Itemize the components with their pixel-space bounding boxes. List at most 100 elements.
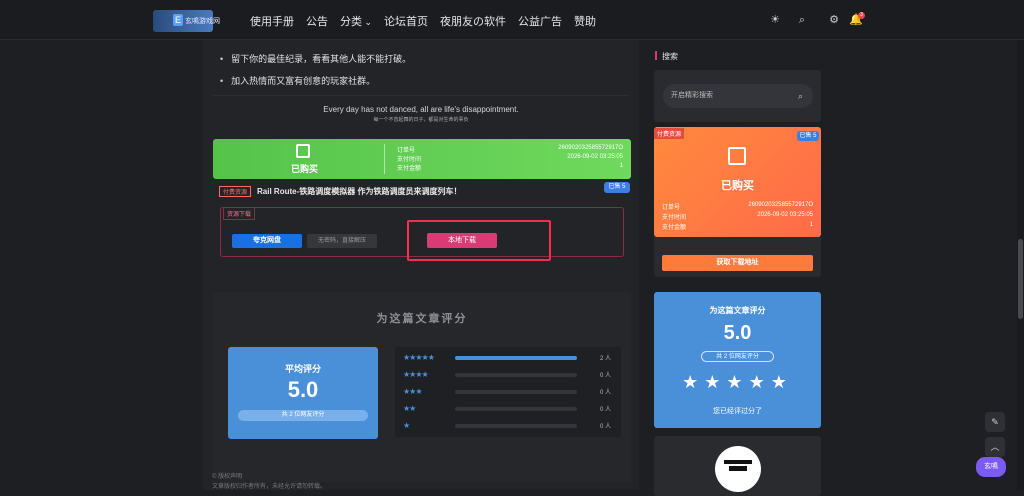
order-card: 付费资源 已售 5 已购买 订单号 260902032585572917O 支付… [654, 127, 821, 277]
divider [384, 144, 385, 174]
rating-stars[interactable]: ★★★★★ [654, 372, 821, 393]
star-icons: ★★★★ [403, 370, 429, 379]
sold-badge: 已售 5 [604, 182, 630, 193]
nav-item-category[interactable]: 分类 [340, 13, 372, 29]
star-icons: ★★★★★ [403, 353, 435, 362]
average-label: 平均评分 [284, 364, 321, 374]
nav-item-software[interactable]: 夜朋友の软件 [440, 13, 506, 29]
logo-badge: E [173, 14, 183, 26]
rating-value: 5.0 [723, 322, 752, 344]
resource-title: 付费资源 Rail Route-铁路调度模拟器 作为铁路调度员来调度列车！ [219, 186, 461, 197]
pay-amount-label: 支付金额 [397, 166, 422, 172]
rating-bar-fill [455, 356, 577, 360]
nav-item-notice[interactable]: 公告 [306, 13, 328, 29]
main-nav: 使用手册 公告 分类 论坛首页 夜朋友の软件 公益广告 赞助 [250, 13, 608, 29]
pay-time-label: 支付时间 [397, 157, 422, 163]
paid-tag: 付费资源 [654, 128, 685, 139]
rating-row-count: 2 人 [599, 356, 611, 362]
lightbulb-icon[interactable]: ☀ [769, 14, 781, 26]
copyright-text: 文章版权归作者所有，未经允许请勿转载。 [212, 484, 327, 490]
chat-button[interactable]: 玄鳴 [976, 457, 1006, 477]
rating-row-count: 0 人 [599, 424, 611, 430]
rating-title: 为这篇文章评分 [709, 306, 766, 315]
rated-message: 您已经评过分了 [713, 408, 762, 415]
resource-title-text: Rail Route-铁路调度模拟器 作为铁路调度员来调度列车！ [257, 187, 462, 196]
author-card [654, 436, 821, 496]
search-placeholder: 开启精彩搜索 [671, 92, 713, 99]
page-scrollbar[interactable] [1017, 40, 1024, 490]
search-card: 开启精彩搜索 ⌕ [654, 70, 821, 122]
highlight-outline [407, 220, 551, 261]
notification-count: 3 [858, 12, 865, 19]
star-icons: ★ [403, 421, 410, 430]
search-heading: 搜索 [655, 51, 678, 62]
rating-bar [455, 407, 577, 411]
pay-time-label: 支付时间 [662, 215, 687, 221]
pay-amount-label: 支付金额 [662, 225, 687, 231]
nav-item-manual[interactable]: 使用手册 [250, 13, 294, 29]
rating-bar [455, 373, 577, 377]
pay-time-value: 2026-09-02 03:25:05 [757, 212, 813, 218]
nav-item-forum[interactable]: 论坛首页 [384, 13, 428, 29]
shopping-bag-icon [728, 147, 746, 165]
gear-icon[interactable]: ⚙ [828, 14, 840, 26]
copyright-heading: © 版权声明 [212, 474, 243, 480]
edit-icon[interactable]: ✎ [985, 412, 1005, 432]
sidebar-rating-card: 为这篇文章评分 5.0 共 2 位网友评分 ★★★★★ 您已经评过分了 [654, 292, 821, 428]
logo-text: 玄鳴游戏网 [185, 18, 220, 25]
get-download-button[interactable]: 获取下载地址 [662, 255, 813, 271]
paid-tag: 付费资源 [219, 186, 252, 197]
list-item: 加入热情而又富有创意的玩家社群。 [220, 74, 375, 87]
rating-bar [455, 424, 577, 428]
star-icons: ★★★ [403, 387, 422, 396]
rating-row: ★★ 0 人 [403, 404, 617, 414]
scrollbar-thumb[interactable] [1018, 239, 1023, 319]
order-label: 订单号 [397, 148, 416, 154]
purchase-bar: 已购买 订单号 260902032585572917O 支付时间 2026-09… [213, 139, 631, 179]
nav-item-ads[interactable]: 公益广告 [518, 13, 562, 29]
pay-amount-value: 1 [809, 222, 813, 228]
rating-row: ★ 0 人 [403, 421, 617, 431]
article-main: 留下你的最佳纪录，看看其他人能不能打破。 加入热情而又富有创意的玩家社群。 Ev… [203, 40, 639, 490]
average-rating-box: 平均评分 5.0 共 2 位网友评分 [228, 347, 378, 439]
search-icon[interactable]: ⌕ [798, 84, 803, 108]
search-icon[interactable]: ⌕ [796, 14, 808, 26]
divider [213, 95, 629, 96]
chevron-up-icon[interactable]: ︿ [985, 437, 1005, 457]
rating-title: 为这篇文章评分 [376, 313, 468, 325]
pay-amount-value: 1 [619, 163, 623, 169]
rating-row-count: 0 人 [599, 390, 611, 396]
purchase-status: 已购买 [291, 164, 319, 174]
rating-row: ★★★★★ 2 人 [403, 353, 617, 363]
rating-row: ★★★ 0 人 [403, 387, 617, 397]
search-input[interactable]: 开启精彩搜索 ⌕ [663, 84, 813, 108]
order-summary: 付费资源 已售 5 已购买 订单号 260902032585572917O 支付… [654, 127, 821, 237]
rating-row: ★★★★ 0 人 [403, 370, 617, 380]
rating-bar [455, 356, 577, 360]
download-header: 资源下载 [223, 207, 256, 220]
sold-badge: 已售 5 [797, 131, 819, 141]
rating-card: 为这篇文章评分 平均评分 5.0 共 2 位网友评分 ★★★★★ 2 人 ★★★… [213, 292, 631, 482]
shopping-bag-icon [296, 144, 310, 158]
quote-cn: 每一个不曾起舞的日子，都是对生命的辜负 [373, 117, 469, 123]
rating-count: 共 2 位网友评分 [238, 410, 368, 421]
nav-item-sponsor[interactable]: 赞助 [574, 13, 596, 29]
average-value: 5.0 [287, 377, 319, 402]
download-note: 无密码，直接解压 [307, 234, 377, 248]
avatar[interactable] [715, 446, 761, 492]
top-navbar: E 玄鳴游戏网 使用手册 公告 分类 论坛首页 夜朋友の软件 公益广告 赞助 ☀… [0, 0, 1024, 40]
site-logo[interactable]: E 玄鳴游戏网 [153, 10, 220, 32]
pay-time-value: 2026-09-02 03:25:05 [567, 154, 623, 160]
purchase-status: 已购买 [721, 180, 754, 192]
order-number: 260902032585572917O [748, 202, 813, 208]
star-icons: ★★ [403, 404, 416, 413]
avatar-glasses [724, 460, 752, 464]
rating-row-count: 0 人 [599, 373, 611, 379]
order-number: 260902032585572917O [558, 145, 623, 151]
avatar-glasses [729, 466, 747, 471]
rating-count: 共 2 位网友评分 [701, 351, 774, 362]
quark-download-button[interactable]: 夸克网盘 [232, 234, 302, 248]
rating-bar [455, 390, 577, 394]
order-label: 订单号 [662, 205, 681, 211]
rating-row-count: 0 人 [599, 407, 611, 413]
